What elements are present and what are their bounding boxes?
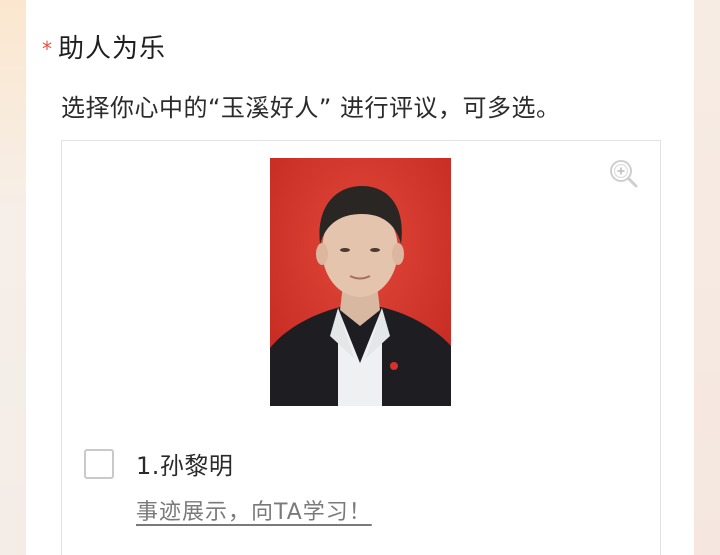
option-label[interactable]: 1.孙黎明 [136, 446, 233, 481]
page: * 助人为乐 选择你心中的“玉溪好人” 进行评议，可多选。 1.孙黎明 事迹展示… [0, 0, 720, 555]
zoom-in-icon[interactable] [608, 158, 640, 190]
question-description: 选择你心中的“玉溪好人” 进行评议，可多选。 [61, 94, 561, 122]
question-title: 助人为乐 [58, 34, 167, 64]
option-card[interactable]: 1.孙黎明 事迹展示，向TA学习！ [61, 140, 661, 555]
option-checkbox[interactable] [84, 448, 114, 479]
required-mark: * [42, 36, 52, 61]
question-card: * 助人为乐 选择你心中的“玉溪好人” 进行评议，可多选。 1.孙黎明 事迹展示… [26, 0, 694, 555]
story-link[interactable]: 事迹展示，向TA学习！ [136, 494, 372, 526]
candidate-photo[interactable] [270, 158, 451, 406]
option-row[interactable]: 1.孙黎明 [84, 446, 233, 481]
background-left [0, 0, 26, 555]
question-header: * 助人为乐 [42, 28, 166, 65]
background-right [694, 0, 720, 555]
